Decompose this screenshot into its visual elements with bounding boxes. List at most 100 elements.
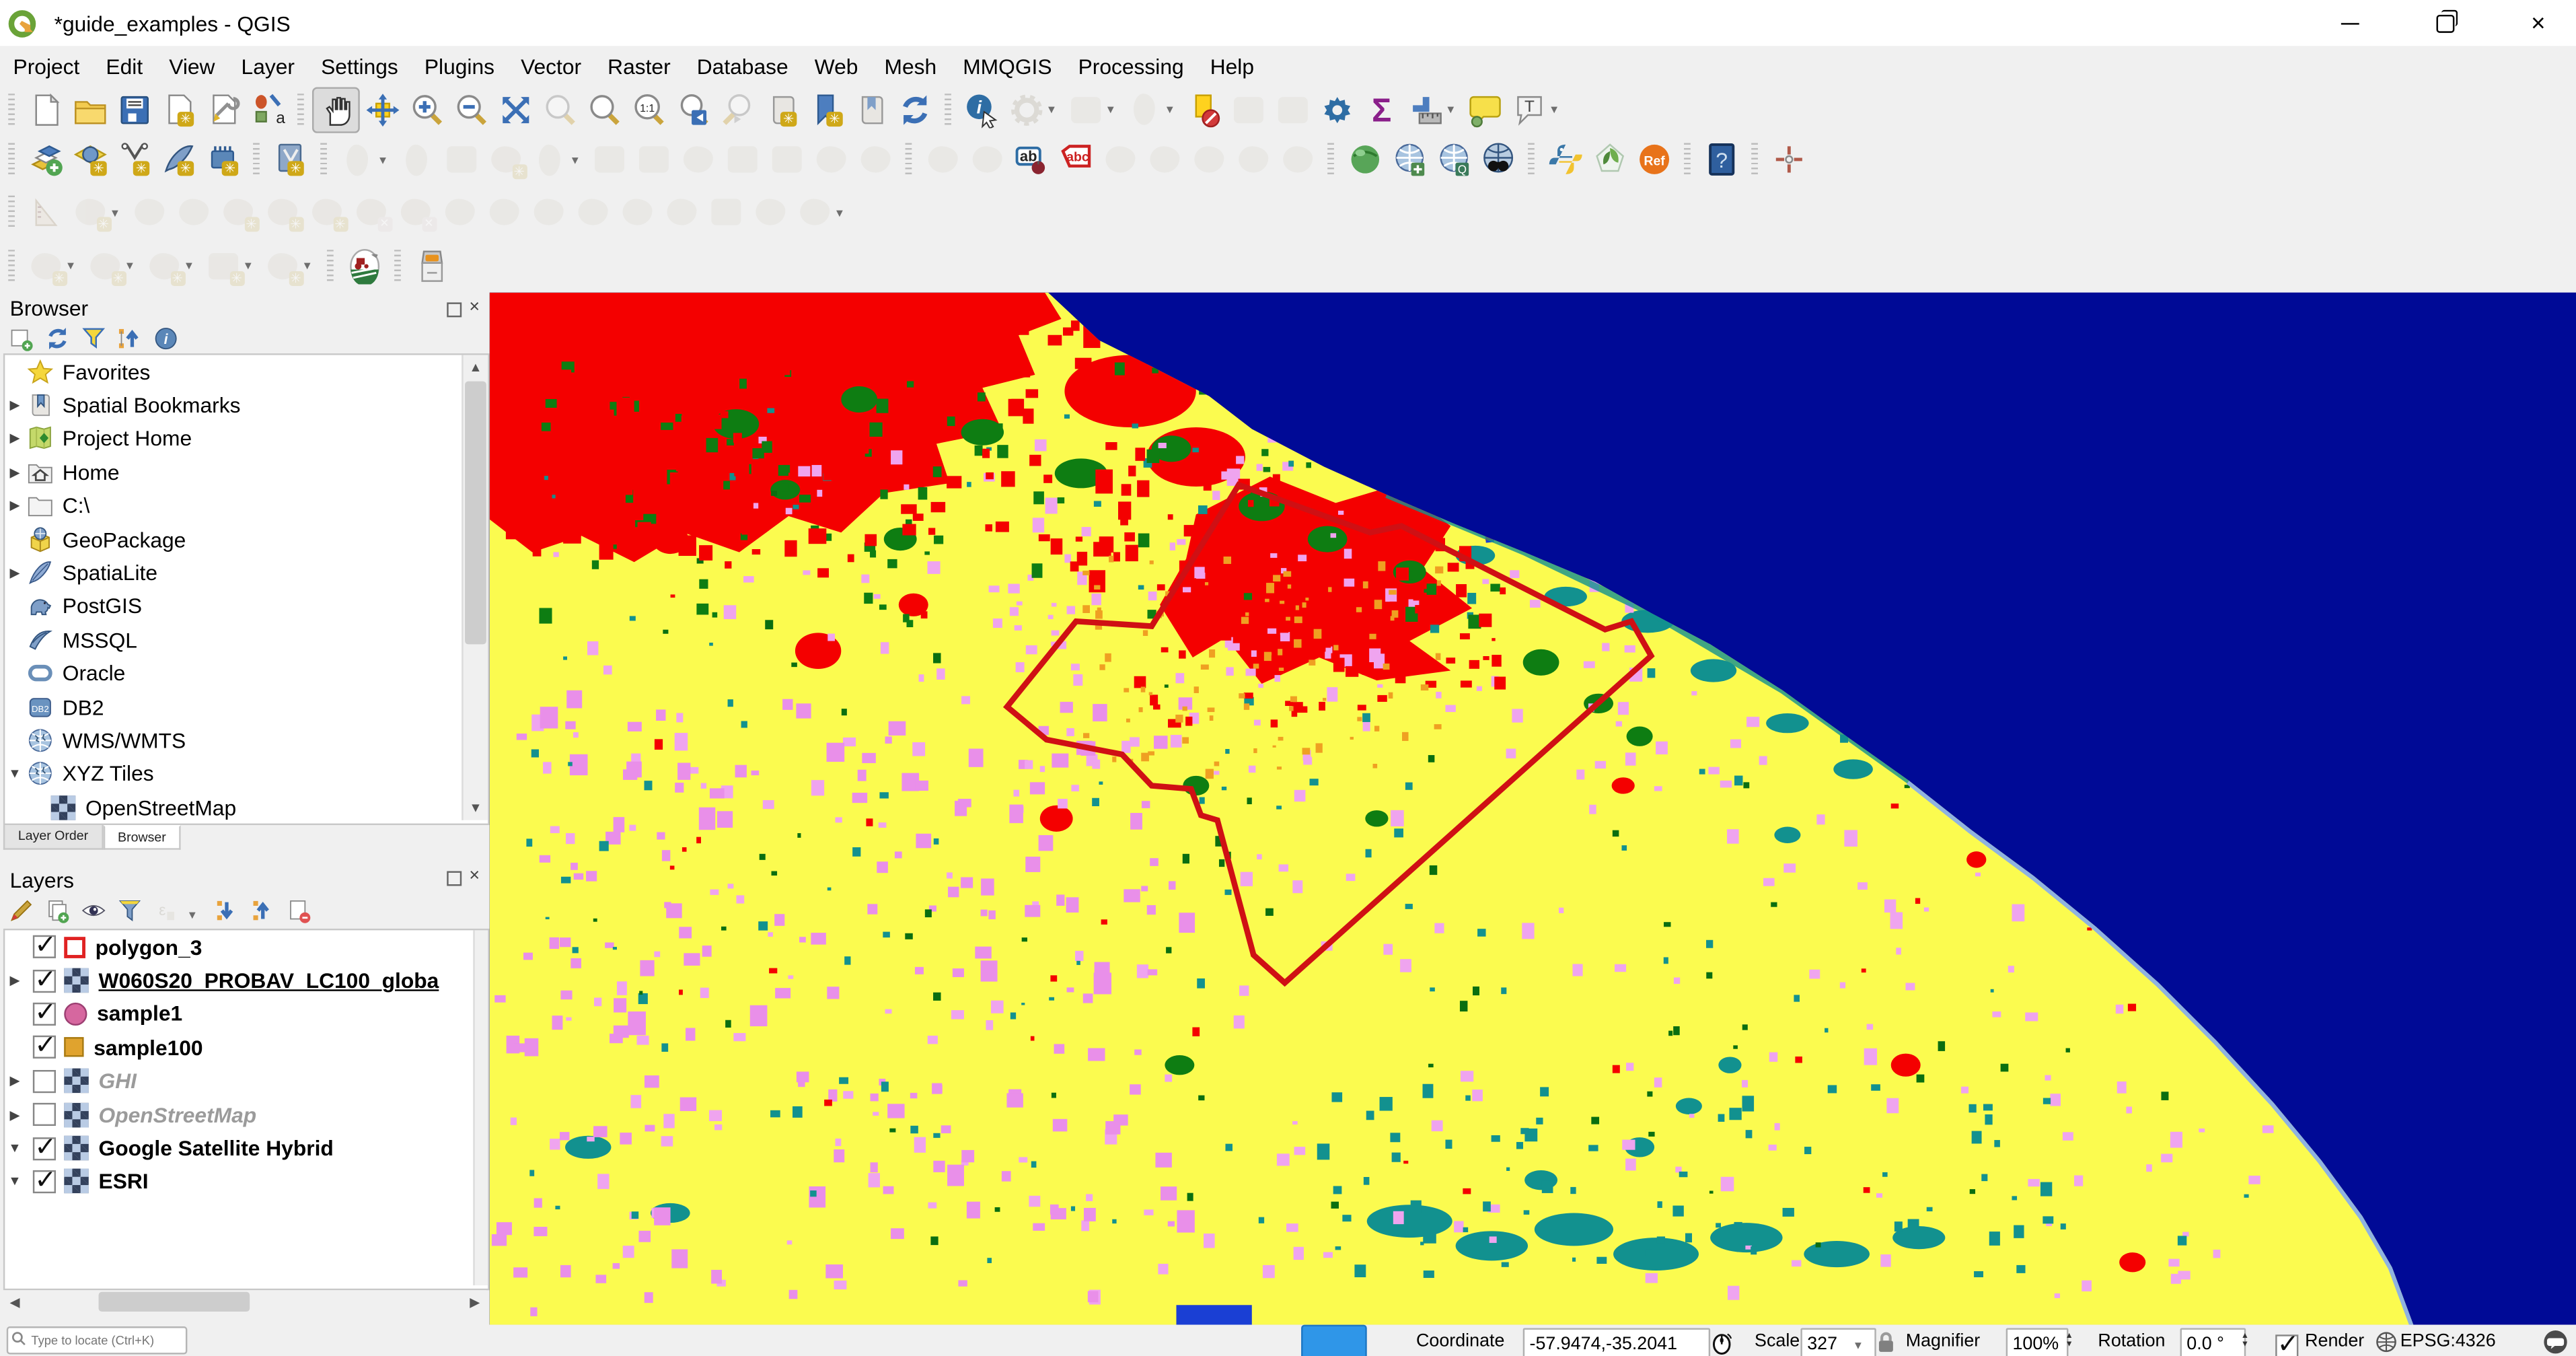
crs-label[interactable]: EPSG:4326 [2400, 1325, 2496, 1356]
pin-labels-button[interactable] [1097, 138, 1142, 181]
tab-browser[interactable]: Browser [103, 825, 181, 850]
browser-item-wms-wmts[interactable]: WMS/WMTS [5, 723, 488, 757]
chevron-down-icon[interactable] [379, 152, 394, 167]
float-panel-icon[interactable] [446, 871, 461, 886]
layer-row-sample1[interactable]: sample1 [5, 997, 488, 1031]
menu-mesh[interactable]: Mesh [871, 48, 950, 83]
open-project-button[interactable] [67, 88, 112, 131]
menu-settings[interactable]: Settings [308, 48, 412, 83]
chevron-down-icon[interactable] [245, 258, 260, 273]
simplify-feature-button[interactable] [171, 190, 215, 234]
new-shapefile-layer-button[interactable]: ✳ [268, 138, 312, 181]
layer-checkbox[interactable] [33, 1103, 56, 1126]
run-feature-action-button[interactable] [1004, 88, 1048, 131]
chevron-down-icon[interactable] [1107, 102, 1122, 116]
collapse-all-layers-button[interactable] [250, 898, 276, 932]
menu-web[interactable]: Web [801, 48, 871, 83]
add-ring-button[interactable] [215, 190, 260, 234]
bookmark-manager-button[interactable] [848, 88, 892, 131]
chevron-down-icon[interactable] [836, 205, 851, 219]
paste-features-button[interactable] [764, 138, 809, 181]
select-by-expression-button[interactable] [1122, 88, 1167, 131]
chevron-down-icon[interactable] [1855, 1337, 1870, 1352]
digitize-button[interactable] [483, 138, 527, 181]
render-checkbox[interactable] [2275, 1334, 2298, 1356]
tab-layer-order[interactable]: Layer Order [3, 825, 103, 850]
chevron-down-icon[interactable] [67, 258, 82, 273]
browser-item-db2[interactable]: DB2DB2 [5, 690, 488, 724]
highlight-labels-button[interactable] [1142, 138, 1186, 181]
mouse-extents-icon[interactable] [1710, 1326, 1733, 1356]
coordinate-input[interactable]: -57.9474,-35.2041 [1523, 1327, 1710, 1356]
chevron-down-icon[interactable] [1551, 102, 1566, 116]
reference-plugin-button[interactable]: Ref [1631, 138, 1676, 181]
current-edits-button[interactable] [335, 138, 379, 181]
zoom-to-selection-button[interactable] [538, 88, 582, 131]
cut-features-button[interactable] [675, 138, 720, 181]
browser-vertical-scrollbar[interactable]: ▲ ▼ [462, 355, 488, 820]
chevron-down-icon[interactable] [1167, 102, 1181, 116]
toolbar-handle[interactable] [1684, 143, 1691, 176]
toolbar-handle[interactable] [394, 249, 401, 282]
magnifier-spinner[interactable] [2065, 1325, 2073, 1356]
browser-item-openstreetmap[interactable]: OpenStreetMap [5, 791, 488, 824]
layer-row-openstreetmap[interactable]: OpenStreetMap [5, 1098, 488, 1131]
add-group-button[interactable] [44, 898, 71, 932]
vertex-tool-button[interactable] [703, 190, 747, 234]
change-label-button[interactable] [1275, 138, 1319, 181]
map-tips-button[interactable] [1462, 88, 1506, 131]
layer-checkbox[interactable] [33, 1036, 56, 1059]
layer-styling-button[interactable] [8, 898, 34, 932]
chevron-down-icon[interactable] [126, 258, 141, 273]
toolbar-handle[interactable] [1751, 143, 1758, 176]
farm-plugin-button[interactable] [342, 244, 386, 287]
zoom-out-button[interactable] [449, 88, 493, 131]
metasearch-new-button[interactable] [1387, 138, 1431, 181]
style-manager-button[interactable]: a [245, 88, 289, 131]
expand-all-button[interactable] [213, 898, 240, 932]
float-panel-icon[interactable] [446, 302, 461, 317]
open-attribute-table-button[interactable] [1226, 88, 1270, 131]
rotate-feature-button[interactable] [126, 190, 171, 234]
filter-legend-button[interactable] [116, 898, 143, 932]
statistical-summary-button[interactable]: Σ [1359, 88, 1403, 131]
help-button[interactable]: ? [1699, 138, 1743, 181]
close-button[interactable]: × [2501, 0, 2576, 46]
collapse-icon[interactable] [5, 1141, 24, 1155]
browser-item-mssql[interactable]: MSSQL [5, 623, 488, 657]
reshape-features-button[interactable] [437, 190, 482, 234]
toolbar-handle[interactable] [253, 143, 260, 176]
undo-button[interactable] [808, 138, 852, 181]
layer-row-probav[interactable]: W060S20_PROBAV_LC100_globa [5, 964, 488, 997]
remove-layer-button[interactable] [286, 898, 312, 932]
scroll-up-icon[interactable]: ▲ [464, 355, 488, 380]
search-layers-button[interactable] [1475, 138, 1520, 181]
device-plugin-button[interactable] [409, 244, 453, 287]
expand-icon[interactable] [5, 398, 24, 413]
add-rectangle-button[interactable] [200, 244, 245, 287]
metasearch-button[interactable]: Q [1431, 138, 1475, 181]
copy-features-button[interactable] [720, 138, 764, 181]
messages-icon[interactable] [2543, 1326, 2568, 1356]
menu-database[interactable]: Database [684, 48, 801, 83]
scrollbar-thumb[interactable] [99, 1292, 250, 1312]
add-part-button[interactable] [260, 190, 304, 234]
menu-raster[interactable]: Raster [595, 48, 684, 83]
show-spatial-bookmarks-button[interactable]: ✳ [803, 88, 848, 131]
toolbar-handle[interactable] [327, 249, 334, 282]
toolbar-handle[interactable] [320, 143, 327, 176]
delete-selected-button[interactable] [631, 138, 675, 181]
layer-checkbox[interactable] [33, 1137, 56, 1159]
add-spatialite-layer-button[interactable]: ✳ [156, 138, 200, 181]
toggle-editing-button[interactable] [394, 138, 439, 181]
zoom-last-button[interactable] [670, 88, 714, 131]
layer-row-sample100[interactable]: sample100 [5, 1031, 488, 1065]
new-spatial-bookmark-button[interactable]: ✳ [759, 88, 803, 131]
rotate-point-symbols-button[interactable] [747, 190, 792, 234]
advanced-digitizing-button[interactable] [527, 138, 572, 181]
cad-tools-button[interactable] [23, 190, 67, 234]
filter-expression-button[interactable]: ε [153, 898, 179, 932]
toolbar-handle[interactable] [8, 93, 15, 126]
add-vector-layer-button[interactable]: ✳ [67, 138, 112, 181]
zoom-full-button[interactable] [493, 88, 538, 131]
